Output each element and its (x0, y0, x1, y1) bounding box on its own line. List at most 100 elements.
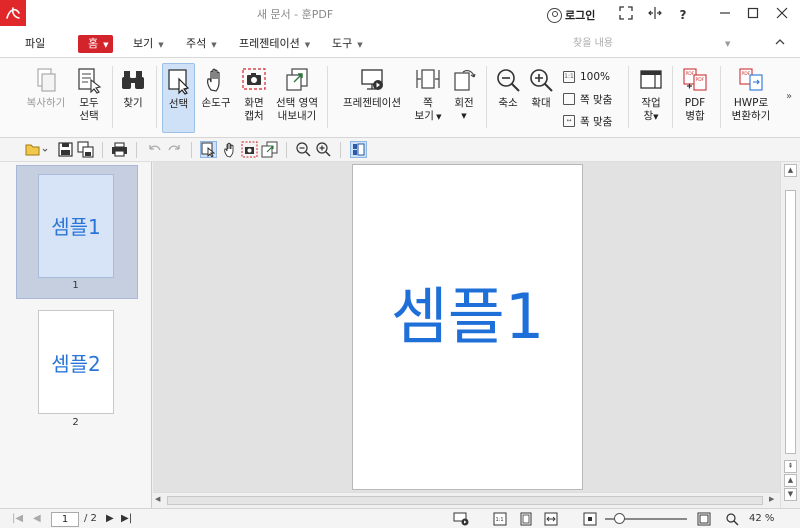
save-as-icon[interactable] (77, 141, 94, 158)
presentation-mode-icon[interactable] (453, 512, 469, 526)
work-window-button[interactable]: 작업 창▼ (636, 66, 666, 124)
document-page-text: 셈플1 (390, 280, 545, 353)
zoom-100-button[interactable]: 1:1 100% (563, 68, 610, 86)
export-region-icon[interactable] (261, 141, 278, 158)
help-button[interactable]: ? (674, 6, 692, 24)
undo-icon[interactable] (146, 141, 163, 158)
first-page-icon[interactable]: |◀ (12, 512, 23, 526)
scroll-right-icon[interactable]: ▶ (769, 495, 774, 503)
svg-text:PDF: PDF (696, 77, 705, 83)
zoom-in-label: 확대 (531, 97, 551, 109)
fullscreen-icon[interactable] (617, 6, 635, 24)
scroll-left-icon[interactable]: ◀ (155, 495, 160, 503)
scroll-top-icon[interactable]: ⇞ (784, 460, 797, 473)
search-placeholder: 찾을 내용 (573, 38, 613, 49)
toolbar-divider (286, 142, 287, 158)
zoom-fit-small-icon[interactable] (583, 512, 597, 526)
last-page-icon[interactable]: ▶| (121, 512, 132, 526)
scroll-down-icon[interactable]: ▼ (784, 488, 797, 501)
user-icon (547, 7, 562, 23)
save-icon[interactable] (57, 141, 74, 158)
thumbnail-page-1[interactable]: 셈플1 (38, 174, 114, 278)
toolbar-divider (102, 142, 103, 158)
fit-width-icon[interactable] (544, 512, 558, 526)
camera-icon[interactable] (241, 141, 258, 158)
screen-capture-label-2: 캡처 (244, 110, 264, 122)
hwp-convert-label-2: 변환하기 (731, 110, 771, 122)
hwp-convert-label-1: HWP로 (733, 97, 769, 109)
page-up-icon[interactable]: ▲ (784, 474, 797, 487)
chevron-down-icon: ▼ (653, 113, 659, 121)
rotate-button[interactable]: 회전 ▼ (449, 66, 479, 123)
zoom-fit-large-icon[interactable] (697, 512, 711, 526)
zoom-out-icon[interactable] (295, 141, 312, 158)
prev-page-icon[interactable]: ◀ (33, 512, 41, 526)
copy-button[interactable]: 복사하기 (24, 66, 68, 110)
scroll-up-icon[interactable]: ▲ (784, 164, 797, 177)
vertical-scrollbar[interactable]: ▲ ⇞ ▲ ▼ (780, 162, 800, 508)
chevron-down-icon: ▼ (304, 41, 311, 49)
document-view[interactable]: 셈플1 (153, 162, 780, 492)
menu-presentation[interactable]: 프레젠테이션 ▼ (239, 35, 310, 53)
horizontal-scrollbar[interactable]: ◀ ▶ (153, 492, 780, 508)
thumbnail-page-1-number: 1 (72, 280, 79, 291)
fit-page-icon[interactable] (519, 512, 533, 526)
select-tool-label: 선택 (168, 98, 189, 110)
chevron-down-icon: ▼ (211, 41, 217, 49)
horizontal-scroll-thumb[interactable] (167, 496, 763, 505)
thumbnail-page-2[interactable]: 셈플2 (38, 310, 114, 414)
hwp-convert-button[interactable]: PDF HWP로 변환하기 (728, 66, 774, 123)
actual-size-icon[interactable]: 1:1 (493, 512, 507, 526)
print-icon[interactable] (111, 141, 128, 158)
select-tool-button[interactable]: 선택 (162, 63, 195, 133)
next-page-icon[interactable]: ▶ (106, 512, 114, 526)
collapse-ribbon-icon[interactable] (771, 36, 789, 54)
window-title: 새 문서 - 훈PDF (256, 8, 334, 21)
page-number-input[interactable]: 1 (51, 512, 79, 527)
fit-page-label: 쪽 맞춤 (580, 93, 613, 106)
ribbon-more-icon[interactable]: » (786, 91, 792, 102)
close-icon[interactable] (773, 6, 791, 24)
minimize-icon[interactable] (716, 6, 734, 24)
zoom-out-button[interactable]: 축소 (494, 66, 522, 110)
select-cursor-icon[interactable] (200, 141, 217, 158)
vertical-scroll-thumb[interactable] (785, 190, 796, 454)
login-button[interactable]: 로그인 (547, 5, 595, 25)
fit-page-button[interactable]: 쪽 맞춤 (563, 90, 612, 108)
hand-icon[interactable] (221, 141, 238, 158)
rotate-icon (450, 66, 478, 94)
actual-size-icon: 1:1 (563, 71, 575, 83)
presentation-button[interactable]: 프레젠테이션 (340, 66, 404, 110)
thumbnail-page-2-number: 2 (72, 417, 79, 428)
ribbon-divider (112, 66, 113, 128)
ribbon-toolbar: 복사하기 모두 선택 찾기 선택 손도구 화면 캡처 선택 영역 내보내기 프레… (0, 58, 800, 138)
split-view-icon[interactable] (646, 6, 664, 24)
export-selection-button[interactable]: 선택 영역 내보내기 (274, 66, 320, 123)
chevron-down-icon[interactable]: ▼ (725, 36, 730, 52)
menu-annotate-label: 주석 (186, 37, 207, 50)
open-folder-icon[interactable] (24, 141, 48, 158)
login-label: 로그인 (565, 9, 596, 22)
document-page[interactable]: 셈플1 (352, 164, 583, 490)
fit-width-button[interactable]: ↔ 폭 맞춤 (563, 112, 612, 130)
zoom-search-icon[interactable] (725, 512, 739, 526)
title-bar: 새 문서 - 훈PDF 로그인 ? (0, 0, 800, 30)
zoom-in-icon[interactable] (315, 141, 332, 158)
menu-home[interactable]: 홈 ▼ (78, 35, 113, 53)
page-view-button[interactable]: 쪽 보기 ▼ (413, 66, 443, 124)
zoom-slider-handle[interactable] (614, 513, 625, 524)
menu-view[interactable]: 보기 ▼ (133, 35, 164, 53)
find-button[interactable]: 찾기 (118, 66, 148, 110)
screen-capture-button[interactable]: 화면 캡처 (239, 66, 269, 123)
thumbnail-panel-icon[interactable] (350, 141, 367, 158)
search-input[interactable]: 찾을 내용 ▼ (573, 36, 743, 52)
hand-tool-button[interactable]: 손도구 (200, 66, 232, 110)
pdf-merge-button[interactable]: PDF PDF PDF 병합 (680, 66, 710, 123)
redo-icon[interactable] (166, 141, 183, 158)
zoom-in-button[interactable]: 확대 (527, 66, 555, 110)
menu-file[interactable]: 파일 (25, 35, 45, 53)
maximize-icon[interactable] (744, 6, 762, 24)
menu-annotate[interactable]: 주석 ▼ (186, 35, 217, 53)
select-all-button[interactable]: 모두 선택 (74, 66, 104, 123)
menu-tools[interactable]: 도구 ▼ (332, 35, 363, 53)
